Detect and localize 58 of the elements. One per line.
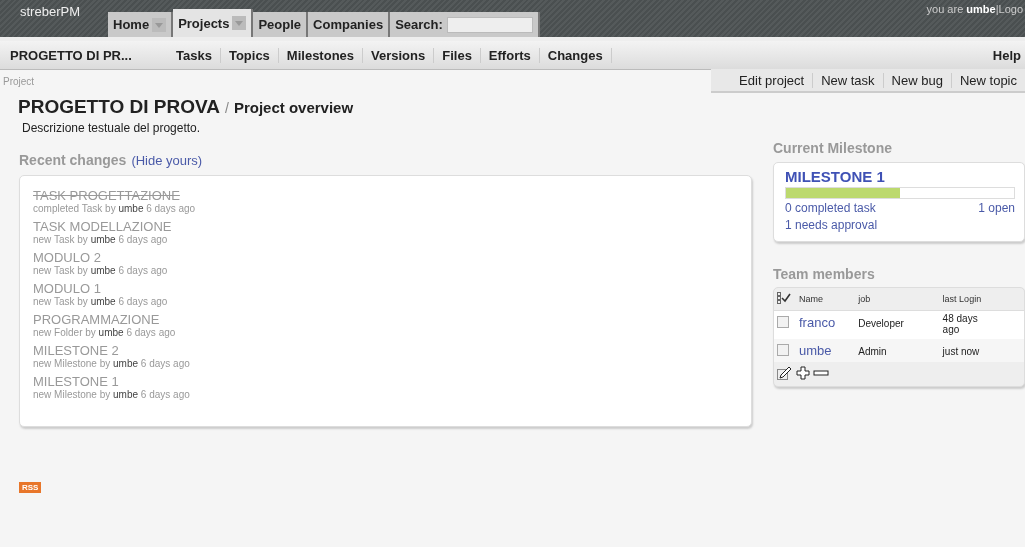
column-header[interactable]: last Login (939, 288, 1024, 311)
change-meta: new Folder by umbe 6 days ago (33, 327, 177, 338)
help-link[interactable]: Help (992, 47, 1025, 63)
nav-tab[interactable]: Projects (173, 9, 254, 37)
completed-link[interactable]: 0 completed task (785, 201, 876, 215)
edit-icon[interactable] (777, 366, 793, 380)
dropdown-caret-icon[interactable] (152, 17, 167, 32)
member-link[interactable]: umbe (799, 343, 832, 358)
column-header[interactable]: job (855, 288, 940, 311)
table-cell-text: 48 days ago (942, 313, 979, 335)
open-link[interactable]: 1 open (978, 201, 1015, 215)
section-tab[interactable]: Efforts (480, 47, 540, 63)
search-field[interactable] (446, 16, 533, 33)
section-tab[interactable]: Files (434, 47, 481, 63)
project-crumb[interactable]: PROGETTO DI PR... (0, 47, 168, 63)
row-checkbox[interactable] (777, 316, 789, 328)
section-heading: Current Milestone (773, 140, 893, 156)
table-cell-text: Admin (858, 346, 888, 357)
section-tab[interactable]: Milestones (278, 47, 364, 63)
section-tab[interactable]: Tasks (168, 47, 221, 63)
milestone-link[interactable]: MILESTONE 1 (785, 168, 1015, 185)
section-heading: Recent changes (19, 152, 127, 168)
approval-link[interactable]: 1 needs approval (785, 218, 878, 232)
remove-icon[interactable] (813, 370, 829, 376)
select-all-icon[interactable] (777, 292, 791, 304)
change-meta: new Task by umbe 6 days ago (33, 234, 169, 245)
change-meta: completed Task by umbe 6 days ago (33, 203, 197, 214)
user-info: you are umbe|Logo (926, 3, 1023, 15)
search-label: Search: (395, 17, 443, 32)
section-heading: Team members (773, 266, 876, 282)
action-link[interactable]: New task (812, 72, 883, 88)
table-cell-text: just now (942, 346, 981, 357)
section-tab[interactable]: Versions (363, 47, 435, 63)
action-link[interactable]: New bug (882, 72, 951, 88)
page-title: PROGETTO DI PROVA (18, 96, 220, 118)
app-logo[interactable]: streberPM (20, 4, 80, 19)
change-meta: new Milestone by umbe 6 days ago (33, 389, 191, 400)
hide-yours-link[interactable]: (Hide yours) (131, 153, 203, 168)
change-meta: new Task by umbe 6 days ago (33, 296, 169, 307)
table-cell-text: Developer (858, 318, 905, 329)
title-separator: / (225, 100, 229, 116)
section-tab[interactable]: Changes (539, 47, 612, 63)
action-link[interactable]: Edit project (731, 72, 813, 88)
change-meta: new Milestone by umbe 6 days ago (33, 358, 191, 369)
nav-tab[interactable]: Companies (308, 12, 391, 37)
section-tab[interactable]: Topics (220, 47, 279, 63)
add-icon[interactable] (795, 366, 811, 380)
change-meta: new Task by umbe 6 days ago (33, 265, 169, 276)
breadcrumb: Project (2, 75, 35, 87)
nav-tab[interactable]: People (253, 12, 309, 37)
column-header[interactable]: Name (796, 288, 856, 311)
dropdown-caret-icon[interactable] (232, 16, 247, 30)
action-link[interactable]: New topic (950, 72, 1025, 88)
row-checkbox[interactable] (777, 344, 789, 356)
project-description: Descrizione testuale del progetto. (21, 120, 202, 135)
nav-tab[interactable]: Home (108, 12, 174, 37)
page-subtitle: Project overview (233, 99, 354, 116)
member-link[interactable]: franco (799, 315, 836, 330)
